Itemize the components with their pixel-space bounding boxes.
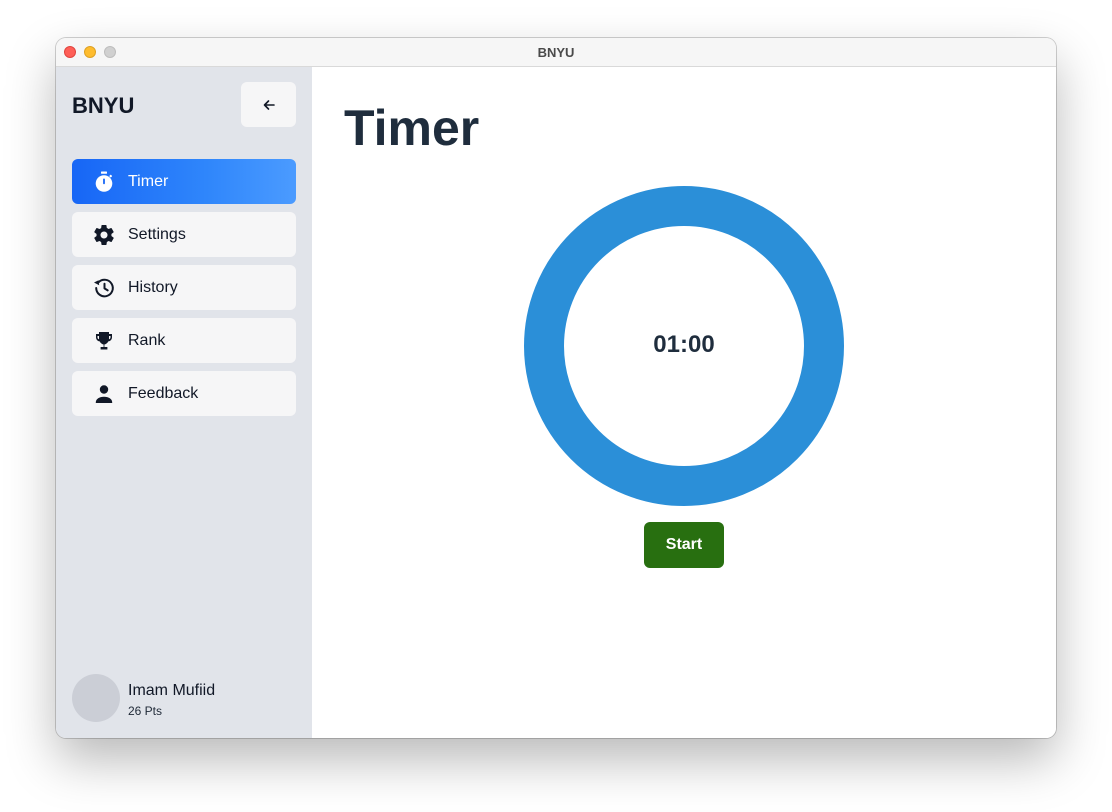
- sidebar-item-feedback[interactable]: Feedback: [72, 371, 296, 416]
- avatar: [72, 674, 120, 722]
- sidebar-item-label: Settings: [128, 226, 186, 243]
- history-icon: [94, 278, 114, 298]
- sidebar-item-rank[interactable]: Rank: [72, 318, 296, 363]
- start-button[interactable]: Start: [644, 522, 724, 568]
- sidebar-item-label: Timer: [128, 173, 169, 190]
- sidebar-nav: Timer Settings History Rank Feedback: [72, 159, 296, 424]
- user-points: 26 Pts: [128, 704, 163, 718]
- title-bar: BNYU: [56, 38, 1056, 67]
- trophy-icon: [96, 332, 112, 350]
- sidebar-item-label: History: [128, 279, 178, 296]
- person-icon: [95, 385, 113, 403]
- gear-icon: [94, 225, 114, 246]
- app-brand: BNYU: [72, 93, 135, 118]
- sidebar: BNYU Timer Settings History Rank Feedbac…: [56, 67, 312, 738]
- user-name: Imam Mufiid: [128, 682, 216, 699]
- sidebar-item-label: Rank: [128, 332, 166, 349]
- sidebar-item-timer[interactable]: Timer: [72, 159, 296, 204]
- app-window: BNYU BNYU Timer Settings History Rank Fe…: [56, 38, 1056, 738]
- stopwatch-icon: [95, 171, 113, 192]
- user-profile[interactable]: Imam Mufiid 26 Pts: [72, 674, 296, 724]
- window-title: BNYU: [537, 45, 575, 60]
- arrow-left-icon: [263, 99, 275, 110]
- timer-display: 01:00: [653, 331, 715, 358]
- sidebar-item-history[interactable]: History: [72, 265, 296, 310]
- page-title: Timer: [344, 100, 480, 156]
- sidebar-item-label: Feedback: [128, 385, 199, 402]
- main-content: Timer 01:00 Start: [312, 67, 1056, 738]
- sidebar-item-settings[interactable]: Settings: [72, 212, 296, 257]
- collapse-sidebar-button[interactable]: [241, 82, 296, 127]
